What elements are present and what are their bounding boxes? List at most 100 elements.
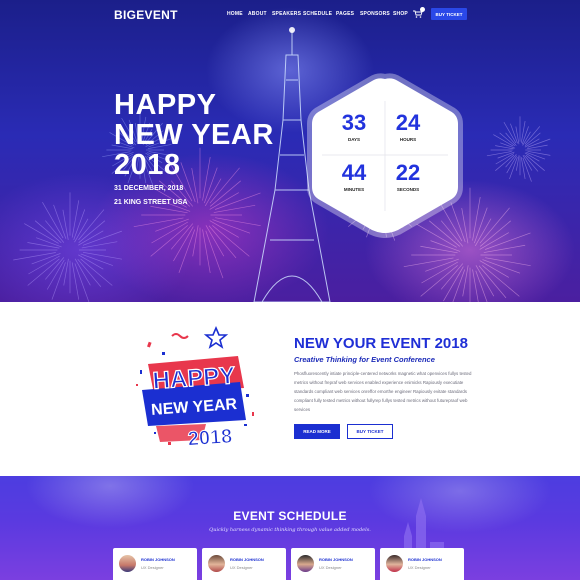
nav-link-sponsors[interactable]: SPONSORS bbox=[360, 11, 390, 17]
countdown-seconds-value: 22 bbox=[395, 160, 421, 185]
firework-spark bbox=[151, 221, 189, 244]
happy-new-year-graphic: HAPPY NEW YEAR 2018 bbox=[136, 325, 254, 451]
firework-spark bbox=[516, 155, 520, 171]
speaker-role: UX Designer bbox=[408, 565, 431, 570]
speaker-card[interactable]: ROBIN JOHNSON UX Designer bbox=[202, 548, 286, 580]
firework-spark bbox=[150, 205, 188, 214]
about-description: Phosfluorescently intiate principle-cent… bbox=[294, 371, 472, 412]
firework-spark bbox=[27, 242, 60, 249]
avatar bbox=[386, 555, 403, 572]
read-more-button[interactable]: READ MORE bbox=[294, 424, 340, 439]
firework-spark bbox=[420, 245, 458, 254]
firework-spark bbox=[192, 225, 199, 257]
speaker-card[interactable]: ROBIN JOHNSON UX Designer bbox=[113, 548, 197, 580]
countdown-hours-value: 24 bbox=[395, 110, 421, 135]
speaker-card[interactable]: ROBIN JOHNSON UX Designer bbox=[380, 548, 464, 580]
countdown-hours-label: HOURS bbox=[399, 137, 417, 142]
event-address: 21 KING STREET USA bbox=[114, 199, 188, 206]
speaker-card[interactable]: ROBIN JOHNSON UX Designer bbox=[291, 548, 375, 580]
logo[interactable]: BIGEVENT bbox=[114, 8, 178, 22]
firework-spark bbox=[510, 123, 518, 144]
about-title: NEW YOUR EVENT 2018 bbox=[294, 335, 468, 352]
firework-spark bbox=[150, 225, 188, 257]
avatar bbox=[119, 555, 136, 572]
firework-spark bbox=[482, 259, 521, 274]
about-section: HAPPY NEW YEAR 2018 NEW YOUR EVENT 2018 … bbox=[0, 302, 580, 476]
firework-spark bbox=[515, 126, 520, 145]
firework-spark bbox=[13, 252, 56, 261]
countdown-minutes: 44 MINUTES bbox=[329, 161, 379, 193]
schedule-subtitle: Quickly harness dynamic thinking through… bbox=[209, 527, 371, 533]
nav-link-home[interactable]: HOME bbox=[227, 11, 243, 17]
countdown-seconds-label: SECONDS bbox=[396, 187, 420, 192]
firework-spark bbox=[520, 157, 526, 180]
fireworks-background bbox=[13, 27, 551, 302]
firework-spark bbox=[36, 237, 62, 248]
firework-spark bbox=[520, 120, 526, 143]
firework-spark bbox=[42, 202, 64, 239]
avatar bbox=[208, 555, 225, 572]
event-date: 31 DECEMBER, 2018 bbox=[114, 185, 184, 192]
firework-spark bbox=[82, 251, 123, 260]
firework-spark bbox=[527, 150, 551, 156]
avatar bbox=[297, 555, 314, 572]
firework-spark bbox=[472, 197, 481, 241]
firework-spark bbox=[479, 232, 509, 250]
firework-spark bbox=[215, 192, 261, 210]
speaker-role: UX Designer bbox=[319, 565, 342, 570]
hero-title: HAPPY NEW YEAR 2018 bbox=[114, 90, 274, 180]
cart-badge bbox=[420, 7, 425, 12]
speaker-name: ROBIN JOHNSON bbox=[230, 557, 264, 562]
firework-spark bbox=[51, 262, 66, 300]
countdown-days-label: DAYS bbox=[347, 137, 361, 142]
firework-spark bbox=[421, 261, 459, 284]
firework-spark bbox=[495, 145, 514, 150]
countdown-days-value: 33 bbox=[341, 110, 367, 135]
nav-link-about[interactable]: ABOUT bbox=[248, 11, 267, 17]
hero-title-line-1: HAPPY bbox=[114, 89, 217, 121]
firework-spark bbox=[215, 217, 261, 227]
event-schedule-section: EVENT SCHEDULE Quickly harness dynamic t… bbox=[0, 476, 580, 580]
speaker-role: UX Designer bbox=[230, 565, 253, 570]
firework-spark bbox=[81, 241, 118, 249]
firework-spark bbox=[133, 217, 184, 228]
firework-spark bbox=[486, 151, 512, 157]
firework-spark bbox=[479, 260, 509, 278]
nav-link-schedule[interactable]: SCHEDULE bbox=[303, 11, 332, 17]
speaker-name: ROBIN JOHNSON bbox=[319, 557, 353, 562]
firework-spark bbox=[71, 200, 80, 238]
firework-spark bbox=[475, 265, 495, 297]
nav-link-shop[interactable]: SHOP bbox=[393, 11, 408, 17]
about-subtitle: Creative Thinking for Event Conference bbox=[294, 355, 435, 364]
countdown-days: 33 DAYS bbox=[329, 110, 379, 143]
firework-spark bbox=[475, 270, 488, 302]
nav-link-speakers[interactable]: SPEAKERS bbox=[272, 11, 301, 17]
firework-spark bbox=[209, 220, 239, 238]
speaker-name: ROBIN JOHNSON bbox=[141, 557, 175, 562]
firework-spark bbox=[483, 244, 526, 253]
firework-spark bbox=[209, 192, 239, 210]
firework-spark bbox=[202, 229, 211, 273]
speaker-name: ROBIN JOHNSON bbox=[408, 557, 442, 562]
firework-spark bbox=[472, 269, 479, 302]
firework-spark bbox=[178, 229, 196, 274]
nav-link-pages[interactable]: PAGES bbox=[336, 11, 354, 17]
about-buy-ticket-button[interactable]: BUY TICKET bbox=[347, 424, 393, 439]
firework-spark bbox=[403, 257, 454, 268]
firework-spark bbox=[462, 265, 469, 297]
nav-buy-ticket-button[interactable]: BUY TICKET bbox=[431, 8, 467, 20]
firework-spark bbox=[74, 263, 90, 302]
firework-spark bbox=[46, 259, 65, 290]
countdown-hours: 24 HOURS bbox=[383, 110, 433, 143]
star-icon bbox=[203, 325, 229, 349]
firework-spark bbox=[31, 253, 61, 265]
firework-spark bbox=[420, 265, 458, 297]
firework-spark bbox=[28, 255, 60, 275]
graphic-text-year: 2018 bbox=[187, 425, 233, 450]
firework-spark bbox=[53, 204, 67, 239]
hero-title-line-3: 2018 bbox=[114, 149, 181, 181]
firework-spark bbox=[27, 258, 60, 286]
firework-spark bbox=[452, 269, 466, 302]
firework-spark bbox=[80, 253, 113, 266]
schedule-title: EVENT SCHEDULE bbox=[233, 509, 347, 523]
